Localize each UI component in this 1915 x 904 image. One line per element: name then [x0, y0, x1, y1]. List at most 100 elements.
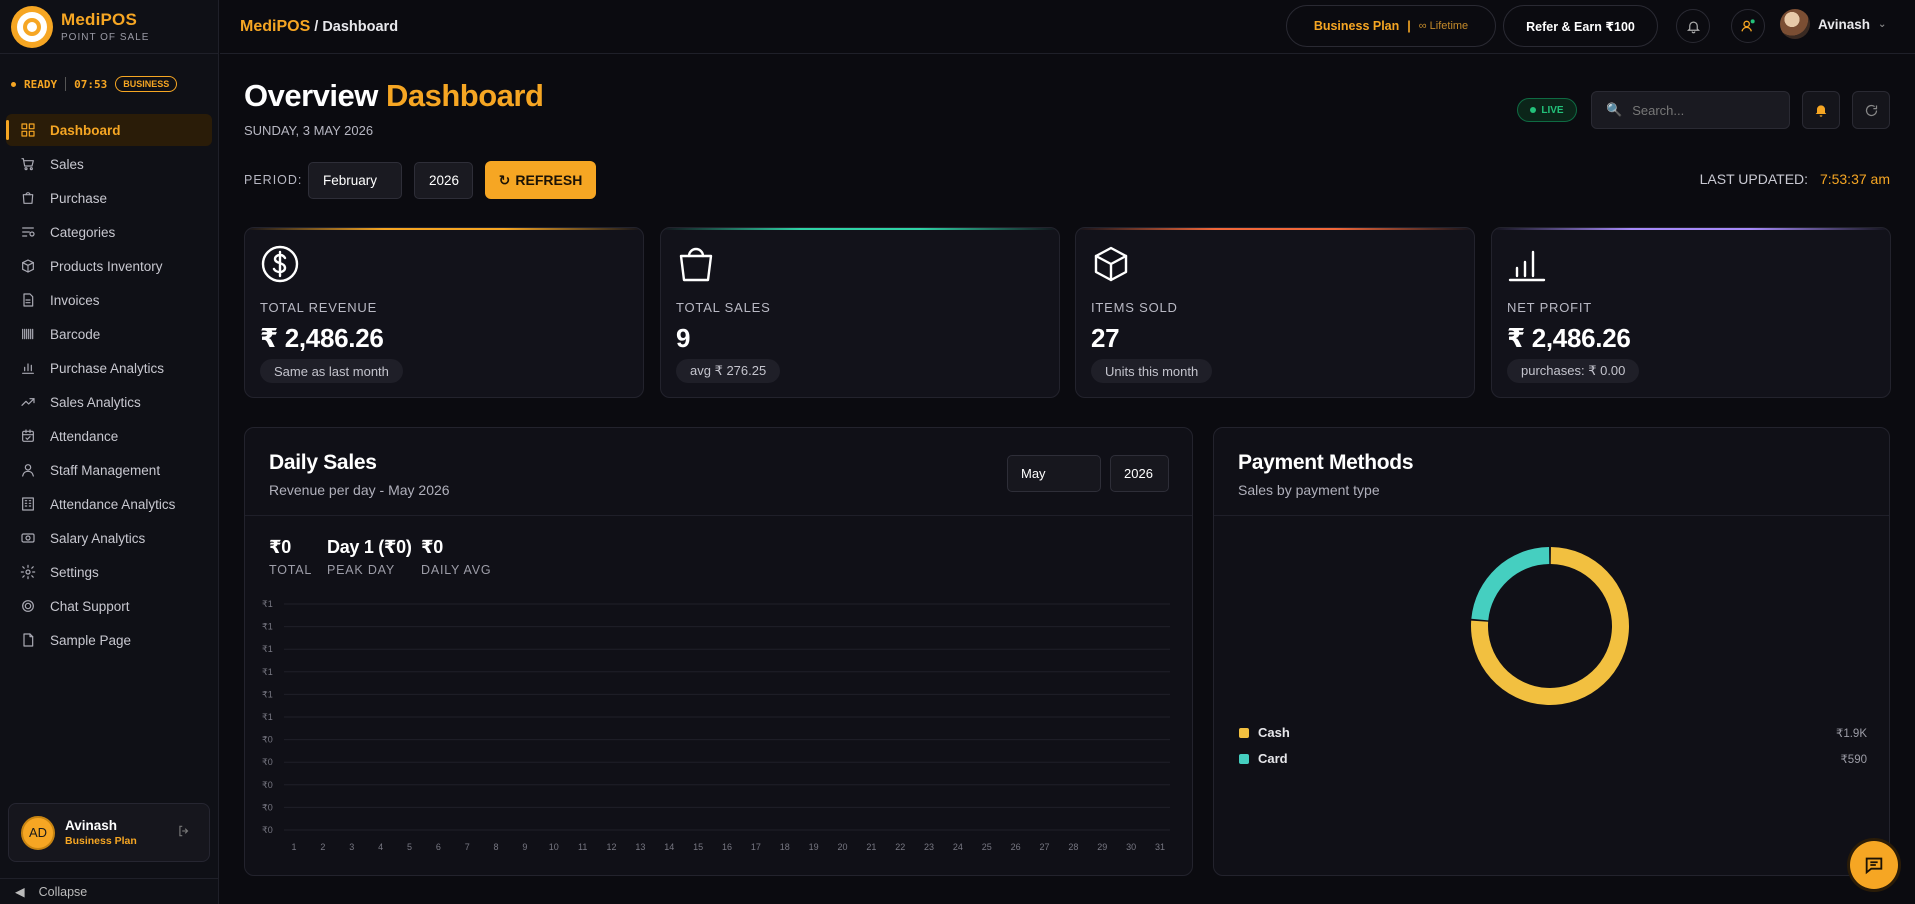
sidebar-user-card[interactable]: AD Avinash Business Plan: [8, 803, 210, 862]
period-month-select[interactable]: February: [308, 162, 402, 199]
sidebar-item-purchase-analytics[interactable]: Purchase Analytics: [6, 352, 212, 384]
collapse-button[interactable]: ◀ Collapse: [0, 878, 219, 904]
x-tick-label: 13: [635, 842, 645, 852]
y-tick-label: ₹1: [262, 644, 273, 654]
kpi-avg-label: DAILY AVG: [421, 563, 492, 577]
stat-label: ITEMS SOLD: [1091, 300, 1178, 315]
sidebar-item-label: Chat Support: [50, 598, 130, 614]
search-icon: 🔍: [1606, 102, 1623, 117]
logout-icon[interactable]: [177, 824, 191, 841]
alerts-button[interactable]: [1802, 91, 1840, 129]
stat-card-items-sold: ITEMS SOLD 27 Units this month: [1075, 227, 1475, 398]
sidebar-item-barcode[interactable]: Barcode: [6, 318, 212, 350]
last-updated: LAST UPDATED: 7:53:37 am: [1700, 171, 1890, 187]
card-accent-bar: [1492, 228, 1890, 230]
sidebar-item-attendance[interactable]: Attendance: [6, 420, 212, 452]
plan-pill[interactable]: Business Plan | ∞ Lifetime: [1286, 5, 1496, 47]
kpi-avg-value: ₹0: [421, 537, 443, 557]
sidebar-item-label: Attendance Analytics: [50, 496, 176, 512]
sidebar-item-sample-page[interactable]: Sample Page: [6, 624, 212, 656]
chat-fab-button[interactable]: [1850, 841, 1898, 889]
card-accent-bar: [245, 228, 643, 230]
x-tick-label: 17: [751, 842, 761, 852]
daily-sales-header: Daily Sales Revenue per day - May 2026 M…: [245, 428, 1192, 516]
signal-bars-icon: [1508, 250, 1546, 282]
x-tick-label: 7: [465, 842, 470, 852]
barcode-icon: [20, 326, 36, 342]
breadcrumb-page: / Dashboard: [310, 18, 399, 35]
sidebar-item-settings[interactable]: Settings: [6, 556, 212, 588]
payment-methods-title: Payment Methods: [1238, 451, 1414, 474]
period-label: PERIOD:: [244, 173, 303, 187]
sidebar-item-label: Staff Management: [50, 462, 161, 478]
refresh-button[interactable]: ↻ REFRESH: [485, 161, 596, 199]
stat-label: NET PROFIT: [1507, 300, 1593, 315]
cart-icon: [20, 156, 36, 172]
refer-earn-button[interactable]: Refer & Earn ₹100: [1503, 5, 1658, 47]
x-tick-label: 21: [866, 842, 876, 852]
period-year-select[interactable]: 2026: [414, 162, 473, 199]
sidebar-item-label: Barcode: [50, 326, 101, 342]
sidebar-item-sales[interactable]: Sales: [6, 148, 212, 180]
sidebar-item-salary-analytics[interactable]: Salary Analytics: [6, 522, 212, 554]
user-status-button[interactable]: [1731, 9, 1765, 43]
x-tick-label: 8: [494, 842, 499, 852]
sidebar-nav: Dashboard Sales Purchase Categories Products…: [0, 114, 218, 656]
trend-icon: [20, 394, 36, 410]
reload-button[interactable]: [1852, 91, 1890, 129]
sidebar: MediPOS POINT OF SALE READY 07:53 BUSINE…: [0, 0, 219, 904]
donut-slice-card[interactable]: [1471, 547, 1550, 621]
sidebar-item-label: Purchase Analytics: [50, 360, 165, 376]
last-updated-label: LAST UPDATED:: [1699, 171, 1809, 187]
user-plan: Business Plan: [65, 835, 137, 847]
y-tick-label: ₹1: [262, 689, 273, 699]
live-label: LIVE: [1541, 104, 1564, 116]
banknote-icon: [20, 530, 36, 546]
sidebar-item-sales-analytics[interactable]: Sales Analytics: [6, 386, 212, 418]
x-tick-label: 18: [780, 842, 790, 852]
card-accent-bar: [1076, 228, 1474, 230]
top-user-menu[interactable]: Avinash ⌄: [1780, 9, 1886, 39]
sidebar-item-products-inventory[interactable]: Products Inventory: [6, 250, 212, 282]
refresh-label: REFRESH: [515, 172, 583, 188]
sidebar-item-chat-support[interactable]: Chat Support: [6, 590, 212, 622]
sidebar-item-purchase[interactable]: Purchase: [6, 182, 212, 214]
document-icon: [20, 632, 36, 648]
y-tick-label: ₹0: [262, 802, 273, 812]
x-tick-label: 22: [895, 842, 905, 852]
sidebar-item-invoices[interactable]: Invoices: [6, 284, 212, 316]
sidebar-item-label: Attendance: [50, 428, 119, 444]
y-tick-label: ₹1: [262, 667, 273, 677]
topbar: MediPOS / Dashboard: [220, 0, 1915, 54]
live-dot-icon: [1530, 107, 1537, 113]
breadcrumb-root[interactable]: MediPOS: [240, 18, 310, 35]
user-name: Avinash: [65, 818, 118, 833]
stat-chip: purchases: ₹ 0.00: [1507, 359, 1640, 383]
search-input[interactable]: 🔍 Search...: [1591, 91, 1790, 129]
daily-sales-year-select[interactable]: 2026: [1110, 455, 1169, 492]
plan-badge: BUSINESS: [115, 76, 178, 92]
x-tick-label: 25: [982, 842, 992, 852]
daily-sales-month-select[interactable]: May: [1007, 455, 1101, 492]
status-time: 07:53: [74, 77, 108, 91]
legend-swatch: [1239, 753, 1249, 764]
sidebar-item-staff-management[interactable]: Staff Management: [6, 454, 212, 486]
x-tick-label: 30: [1126, 842, 1136, 852]
sidebar-item-dashboard[interactable]: Dashboard: [6, 114, 212, 146]
breadcrumb: MediPOS / Dashboard: [240, 18, 398, 36]
page-title: Overview Dashboard: [244, 78, 544, 114]
bell-icon: [1686, 21, 1700, 33]
brand[interactable]: MediPOS POINT OF SALE: [0, 0, 218, 54]
x-tick-label: 28: [1068, 842, 1078, 852]
legend-card[interactable]: Card ₹590: [1239, 751, 1867, 766]
notifications-button[interactable]: [1676, 9, 1710, 43]
stat-card-total-revenue: TOTAL REVENUE ₹ 2,486.26 Same as last mont…: [244, 227, 644, 398]
brand-name: MediPOS: [61, 10, 138, 29]
sidebar-item-categories[interactable]: Categories: [6, 216, 212, 248]
brand-subtitle: POINT OF SALE: [61, 32, 150, 43]
shopping-bag-icon: [679, 247, 713, 282]
profile-photo: [1780, 9, 1810, 39]
payment-donut-chart: [1471, 547, 1629, 705]
sidebar-item-attendance-analytics[interactable]: Attendance Analytics: [6, 488, 212, 520]
legend-cash[interactable]: Cash ₹1.9K: [1239, 725, 1867, 740]
